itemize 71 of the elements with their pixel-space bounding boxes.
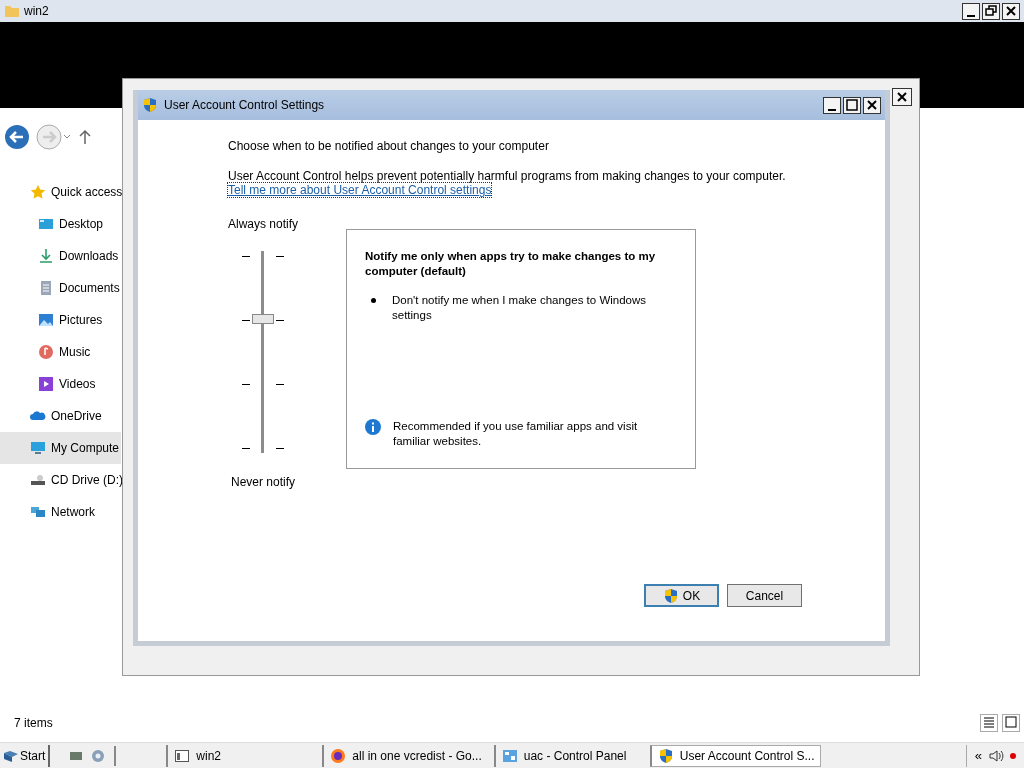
tray-expand-button[interactable]: « xyxy=(974,748,982,763)
nav-item[interactable]: OneDrive xyxy=(0,400,104,432)
folder-icon xyxy=(4,3,20,19)
browser-icon xyxy=(330,747,347,764)
picture-icon xyxy=(38,312,54,328)
desktop-icon xyxy=(38,216,54,232)
taskbar-button[interactable]: all in one vcredist - Go... xyxy=(322,744,488,767)
network-icon xyxy=(30,504,46,520)
dialog-title: User Account Control Settings xyxy=(164,98,326,112)
nav-item[interactable]: Downloads xyxy=(0,240,121,272)
info-icon xyxy=(365,419,381,435)
control-panel-icon xyxy=(501,747,518,764)
maximize-icon xyxy=(846,99,858,111)
cancel-button[interactable]: Cancel xyxy=(727,584,802,607)
nav-item[interactable]: Quick access xyxy=(0,176,125,208)
level-title: Notify me only when apps try to make changes to my computer (default) xyxy=(365,249,657,279)
tiles-view-button[interactable] xyxy=(1002,714,1020,732)
slider-top-label: Always notify xyxy=(228,217,298,231)
taskbar-button[interactable]: uac - Control Panel xyxy=(493,744,644,767)
document-icon xyxy=(38,280,54,296)
shield-icon xyxy=(657,747,674,764)
star-icon xyxy=(30,184,46,200)
help-link[interactable]: Tell me more about User Account Control settings xyxy=(228,183,492,197)
taskbar-button[interactable]: User Account Control S... xyxy=(649,744,822,767)
close-icon xyxy=(867,100,877,110)
square-icon xyxy=(1004,715,1018,729)
close-button[interactable] xyxy=(863,96,881,114)
start-button[interactable]: Start xyxy=(0,744,51,767)
nav-item[interactable]: Videos xyxy=(0,368,98,400)
close-icon xyxy=(1006,6,1016,16)
back-icon[interactable] xyxy=(4,124,30,150)
restore-icon xyxy=(985,5,997,17)
window-icon xyxy=(174,747,191,764)
download-icon xyxy=(38,248,54,264)
heading: Choose when to be notified about changes to your computer xyxy=(228,139,550,153)
minimize-button[interactable] xyxy=(823,96,841,114)
close-button[interactable] xyxy=(892,88,912,106)
minimize-icon xyxy=(967,14,975,17)
nav-item[interactable]: Music xyxy=(0,336,93,368)
up-arrow-icon[interactable] xyxy=(78,129,92,145)
close-icon xyxy=(897,92,907,102)
taskbar-button[interactable]: win2 xyxy=(166,744,317,767)
nav-item[interactable]: Pictures xyxy=(0,304,105,336)
shield-icon xyxy=(662,587,679,604)
minimize-button[interactable] xyxy=(962,2,980,20)
list-icon xyxy=(982,715,996,729)
close-button[interactable] xyxy=(1002,2,1020,20)
shield-icon xyxy=(142,97,158,113)
music-icon xyxy=(38,344,54,360)
window-title: win2 xyxy=(24,4,50,18)
ok-button[interactable]: OK xyxy=(644,584,719,607)
bullet-text: Don't notify me when I make changes to Windows settings xyxy=(392,293,648,323)
slider-bottom-label: Never notify xyxy=(231,475,295,489)
nav-item[interactable]: Documents xyxy=(0,272,122,304)
item-count: 7 items xyxy=(14,716,53,730)
nav-item[interactable]: My Compute xyxy=(0,432,122,464)
description: User Account Control helps prevent potentially harmful programs from making changes to your computer. xyxy=(228,169,787,183)
bullet-icon xyxy=(371,298,376,303)
recommendation-text: Recommended if you use familiar apps and visit familiar websites. xyxy=(393,419,639,449)
drive-icon xyxy=(30,472,46,488)
speaker-icon[interactable] xyxy=(988,747,1004,764)
slider-thumb[interactable] xyxy=(252,314,274,325)
maximize-button[interactable] xyxy=(843,96,861,114)
computer-icon xyxy=(30,440,46,456)
video-icon xyxy=(38,376,54,392)
nav-item[interactable]: CD Drive (D:) xyxy=(0,464,125,496)
nav-item[interactable]: Network xyxy=(0,496,97,528)
details-view-button[interactable] xyxy=(980,714,998,732)
restore-button[interactable] xyxy=(982,2,1000,20)
nav-item[interactable]: Desktop xyxy=(0,208,106,240)
status-dot-icon[interactable] xyxy=(1010,752,1016,759)
